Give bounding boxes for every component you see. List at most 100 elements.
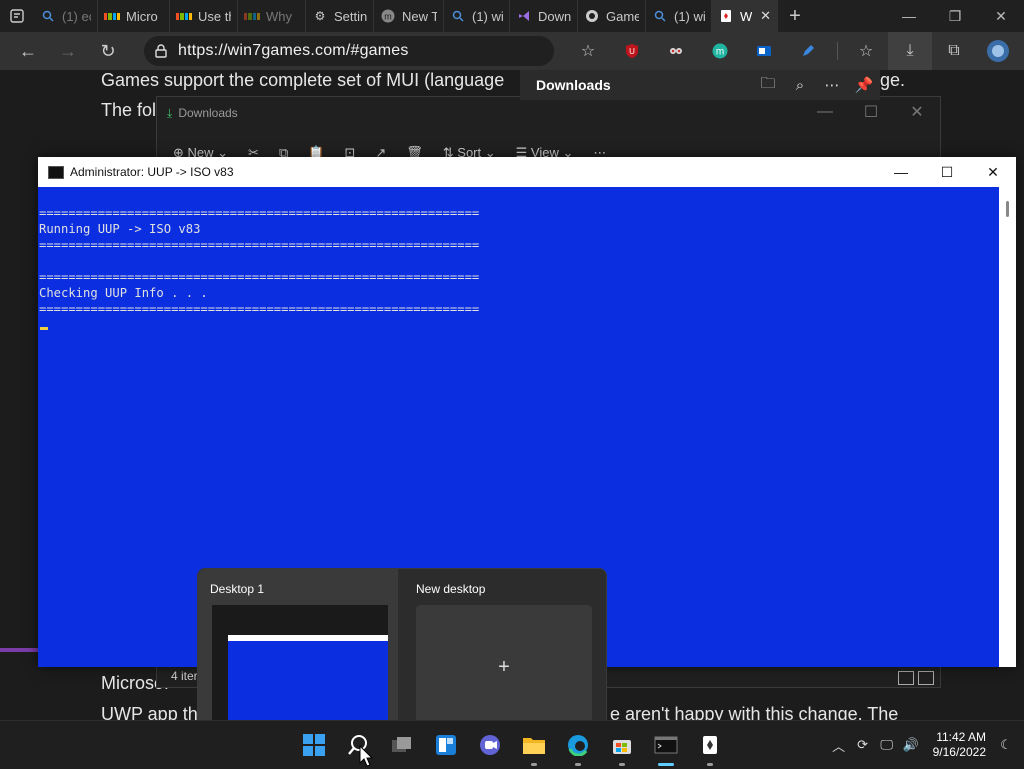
forward-button[interactable]: →	[48, 32, 88, 70]
tab-label: New T	[402, 8, 437, 24]
console-scrollbar[interactable]	[999, 187, 1016, 667]
maximize-button[interactable]: ☐	[924, 157, 970, 187]
new-tab-button[interactable]: +	[778, 0, 812, 32]
back-button[interactable]: ←	[8, 32, 48, 70]
extension-ublock[interactable]: U	[610, 32, 654, 70]
browser-tab-bar: (1) eo Micro Use th Why ⚙ Settin m New T…	[0, 0, 1024, 32]
purple-accent-bar	[0, 648, 40, 652]
browser-tab[interactable]: Micro	[98, 0, 170, 32]
search-button[interactable]	[336, 721, 380, 769]
extension-outlook[interactable]	[742, 32, 786, 70]
start-button[interactable]	[292, 721, 336, 769]
avatar	[987, 40, 1009, 62]
solitaire-button[interactable]	[688, 721, 732, 769]
github-icon	[584, 8, 600, 24]
pin-icon[interactable]: 📌	[848, 76, 880, 94]
microsoft-logo-icon	[176, 8, 192, 24]
focus-assist-icon[interactable]: ☾	[994, 737, 1018, 753]
widgets-icon	[436, 735, 456, 755]
browser-tab-active[interactable]: W ✕	[712, 0, 778, 32]
folder-icon	[523, 738, 545, 754]
extension-m[interactable]: m	[698, 32, 742, 70]
browser-tab[interactable]: Why	[238, 0, 306, 32]
extension-pen[interactable]	[786, 32, 830, 70]
tab-label: W	[740, 8, 753, 24]
scrollbar-thumb[interactable]	[1006, 201, 1009, 217]
minimize-button[interactable]: —	[802, 97, 848, 127]
browser-tab[interactable]: Use th	[170, 0, 238, 32]
back-arrow-icon: ←	[19, 40, 37, 61]
close-tab-icon[interactable]: ✕	[760, 8, 771, 24]
browser-tab[interactable]: Down	[510, 0, 578, 32]
volume-icon[interactable]: 🔊	[899, 737, 923, 753]
browser-tab[interactable]: (1) wi	[444, 0, 510, 32]
sync-icon[interactable]: ⟳	[851, 737, 875, 753]
solitaire-icon	[703, 736, 717, 754]
close-button[interactable]: ✕	[978, 0, 1024, 32]
maximize-button[interactable]: ☐	[848, 97, 894, 127]
tab-label: (1) eo	[62, 8, 91, 24]
network-icon[interactable]: 🖵	[875, 737, 899, 753]
browser-tab[interactable]: (1) eo	[34, 0, 98, 32]
open-folder-icon[interactable]: 🗀	[752, 73, 784, 98]
chat-button[interactable]	[468, 721, 512, 769]
collections-button[interactable]: ⧉	[932, 32, 976, 70]
task-view-button[interactable]	[380, 721, 424, 769]
browser-tab[interactable]: Game	[578, 0, 646, 32]
desktop-1-card[interactable]: Desktop 1	[198, 569, 398, 729]
teams-chat-icon	[480, 735, 500, 755]
console-output[interactable]: ========================================…	[39, 205, 479, 317]
search-icon[interactable]: ⌕	[784, 77, 816, 94]
address-bar[interactable]: https://win7games.com/#games	[144, 36, 554, 66]
settings-more-button[interactable]: ⋯	[1020, 32, 1024, 70]
collections-icon: ⧉	[948, 42, 960, 59]
downloads-button[interactable]: ⤓	[888, 32, 932, 70]
browser-window-controls: — ❐ ✕	[886, 0, 1024, 32]
show-hidden-icons-button[interactable]: ︿	[827, 736, 851, 755]
running-indicator	[619, 763, 625, 766]
download-icon: ⤓	[167, 105, 173, 120]
search-icon	[652, 8, 668, 24]
page-text-line: ge.	[880, 70, 906, 90]
store-icon	[613, 740, 631, 754]
file-explorer-button[interactable]	[512, 721, 556, 769]
svg-text:U: U	[629, 47, 635, 56]
command-prompt-icon	[48, 165, 64, 179]
store-button[interactable]	[600, 721, 644, 769]
task-view-icon	[392, 737, 411, 752]
add-favorite-button[interactable]: ☆	[566, 32, 610, 70]
browser-tab[interactable]: ⚙ Settin	[306, 0, 374, 32]
explorer-view-toggle	[898, 671, 934, 685]
mouse-pointer-icon	[359, 745, 373, 767]
taskbar-apps	[292, 721, 732, 769]
browser-tab[interactable]: m New T	[374, 0, 444, 32]
download-icon: ⤓	[906, 42, 914, 59]
toolbar-divider	[830, 32, 844, 70]
tiles-view-icon[interactable]	[918, 671, 934, 685]
close-button[interactable]: ✕	[894, 97, 940, 127]
new-desktop-button[interactable]: +	[416, 605, 592, 729]
tab-label: Use th	[198, 8, 231, 24]
widgets-button[interactable]	[424, 721, 468, 769]
profile-button[interactable]	[976, 32, 1020, 70]
console-line: ========================================…	[39, 238, 480, 252]
favorites-icon: ☆	[858, 43, 874, 60]
edge-button[interactable]	[556, 721, 600, 769]
restore-button[interactable]: ❐	[932, 0, 978, 32]
refresh-button[interactable]: ↻	[88, 32, 128, 70]
tab-actions-button[interactable]	[0, 0, 34, 32]
minimize-button[interactable]: —	[878, 157, 924, 187]
console-line: ========================================…	[39, 270, 480, 284]
page-text-line: Games support the complete set of MUI (l…	[101, 70, 505, 90]
terminal-button[interactable]	[644, 721, 688, 769]
details-view-icon[interactable]	[898, 671, 914, 685]
minimize-button[interactable]: —	[886, 0, 932, 32]
extension-tampermonkey[interactable]	[654, 32, 698, 70]
more-icon[interactable]: ⋯	[816, 76, 848, 94]
desktop-1-thumbnail[interactable]	[212, 605, 388, 729]
clock[interactable]: 11:42 AM 9/16/2022	[933, 730, 986, 760]
close-button[interactable]: ✕	[970, 157, 1016, 187]
browser-tab[interactable]: (1) wi	[646, 0, 712, 32]
favorites-button[interactable]: ☆	[844, 32, 888, 70]
explorer-status-text: 4 iter	[171, 669, 198, 683]
